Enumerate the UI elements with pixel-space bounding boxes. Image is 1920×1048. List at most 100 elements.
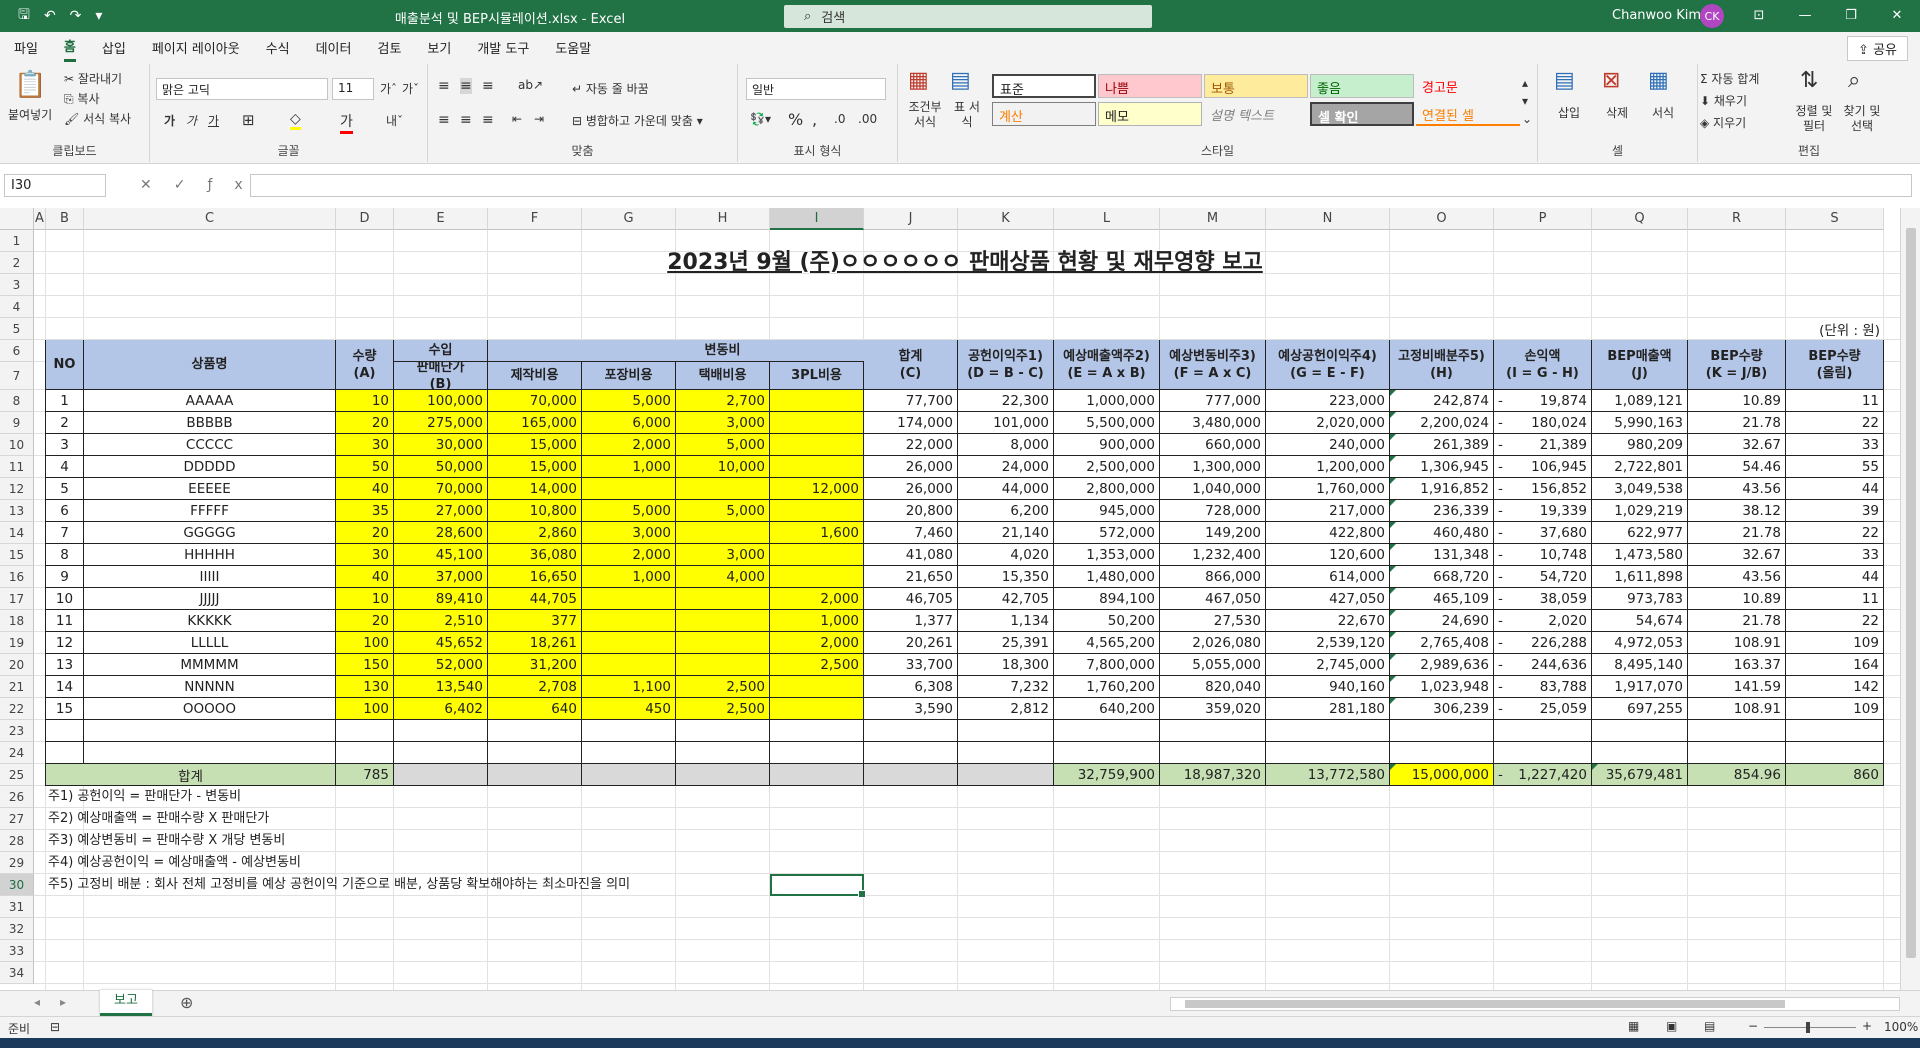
cell-l13[interactable]: 945,000 [1054,500,1160,522]
cell-q19[interactable]: 4,972,053 [1592,632,1688,654]
cell-d23[interactable] [336,720,394,742]
cell-m16[interactable]: 866,000 [1160,566,1266,588]
cell-g17[interactable] [582,588,676,610]
cell-m9[interactable]: 3,480,000 [1160,412,1266,434]
save-icon[interactable]: 🖫 [18,4,30,28]
cell-h10[interactable]: 5,000 [676,434,770,456]
cell-n16[interactable]: 614,000 [1266,566,1390,588]
cell-g15[interactable]: 2,000 [582,544,676,566]
cell-l18[interactable]: 50,200 [1054,610,1160,632]
cell-b21[interactable]: 14 [46,676,84,698]
cell-p12[interactable]: - 156,852 [1494,478,1592,500]
cell-i11[interactable] [770,456,864,478]
row-header-10[interactable]: 10 [0,434,34,456]
cell-l8[interactable]: 1,000,000 [1054,390,1160,412]
cell-k13[interactable]: 6,200 [958,500,1054,522]
cell-h13[interactable]: 5,000 [676,500,770,522]
tab-developer[interactable]: 개발 도구 [477,34,529,61]
cell-h25[interactable] [676,764,770,786]
cell-f21[interactable]: 2,708 [488,676,582,698]
cell-k15[interactable]: 4,020 [958,544,1054,566]
column-header-g[interactable]: G [582,208,676,230]
add-sheet-icon[interactable]: ⊕ [180,993,193,1012]
cell-m23[interactable] [1160,720,1266,742]
cell-g23[interactable] [582,720,676,742]
row-header-7[interactable]: 7 [0,362,34,390]
minimize-icon[interactable]: — [1782,0,1828,32]
cell-h17[interactable] [676,588,770,610]
cell-m10[interactable]: 660,000 [1160,434,1266,456]
column-header-a[interactable]: A [34,208,46,230]
cell-b10[interactable]: 3 [46,434,84,456]
cell-g8[interactable]: 5,000 [582,390,676,412]
cell-k19[interactable]: 25,391 [958,632,1054,654]
row-header-20[interactable]: 20 [0,654,34,676]
cell-j16[interactable]: 21,650 [864,566,958,588]
header-contribution[interactable]: 공헌이익주1) (D = B - C) [958,340,1054,390]
tab-insert[interactable]: 삽입 [102,34,126,61]
horizontal-scroll-thumb[interactable] [1185,1000,1785,1008]
cell-q8[interactable]: 1,089,121 [1592,390,1688,412]
tab-view[interactable]: 보기 [427,34,451,61]
cell-m14[interactable]: 149,200 [1160,522,1266,544]
cell-f13[interactable]: 10,800 [488,500,582,522]
cell-n23[interactable] [1266,720,1390,742]
cell-j10[interactable]: 22,000 [864,434,958,456]
underline-icon[interactable]: 가 [208,112,219,129]
column-header-d[interactable]: D [336,208,394,230]
cell-k21[interactable]: 7,232 [958,676,1054,698]
cell-m12[interactable]: 1,040,000 [1160,478,1266,500]
total-expected-sales[interactable]: 32,759,900 [1054,764,1160,786]
cell-p17[interactable]: - 38,059 [1494,588,1592,610]
header-bep-sales[interactable]: BEP매출액 (J) [1592,340,1688,390]
cell-e9[interactable]: 275,000 [394,412,488,434]
total-label[interactable]: 합계 [46,764,336,786]
cell-s14[interactable]: 22 [1786,522,1884,544]
cell-p20[interactable]: - 244,636 [1494,654,1592,676]
cell-j12[interactable]: 26,000 [864,478,958,500]
row-header-31[interactable]: 31 [0,896,34,918]
cell-r22[interactable]: 108.91 [1688,698,1786,720]
cell-l15[interactable]: 1,353,000 [1054,544,1160,566]
cell-g16[interactable]: 1,000 [582,566,676,588]
cell-i24[interactable] [770,742,864,764]
align-bottom-icon[interactable]: ≡ [482,78,494,94]
cell-b12[interactable]: 5 [46,478,84,500]
cell-b22[interactable]: 15 [46,698,84,720]
cell-f25[interactable] [488,764,582,786]
cell-o16[interactable]: 668,720 [1390,566,1494,588]
cell-f10[interactable]: 15,000 [488,434,582,456]
row-header-33[interactable]: 33 [0,940,34,962]
paste-icon[interactable]: 📋 [14,70,46,100]
cell-k8[interactable]: 22,300 [958,390,1054,412]
sort-filter-icon[interactable]: ⇅ [1800,68,1818,93]
cell-q18[interactable]: 54,674 [1592,610,1688,632]
cell-k22[interactable]: 2,812 [958,698,1054,720]
cell-i8[interactable] [770,390,864,412]
cell-i22[interactable] [770,698,864,720]
redo-icon[interactable]: ↷ [70,8,82,24]
cell-b9[interactable]: 2 [46,412,84,434]
total-fixed-cost[interactable]: 15,000,000 [1390,764,1494,786]
font-name-select[interactable]: 맑은 고딕 [156,78,328,100]
total-profit-loss[interactable]: -1,227,420 [1494,764,1592,786]
cell-s10[interactable]: 33 [1786,434,1884,456]
cell-e14[interactable]: 28,600 [394,522,488,544]
cell-e23[interactable] [394,720,488,742]
column-header-f[interactable]: F [488,208,582,230]
cell-n12[interactable]: 1,760,000 [1266,478,1390,500]
header-no[interactable]: NO [46,340,84,390]
column-header-r[interactable]: R [1688,208,1786,230]
cell-i18[interactable]: 1,000 [770,610,864,632]
cell-e17[interactable]: 89,410 [394,588,488,610]
cell-j13[interactable]: 20,800 [864,500,958,522]
cell-e21[interactable]: 13,540 [394,676,488,698]
accounting-icon[interactable]: 💱▾ [750,112,771,126]
delete-cells-button[interactable]: 삭제 [1606,104,1628,121]
row-header-5[interactable]: 5 [0,318,34,340]
cell-p10[interactable]: - 21,389 [1494,434,1592,456]
cell-m21[interactable]: 820,040 [1160,676,1266,698]
header-price[interactable]: 판매단가 (B) [394,362,488,390]
cell-d10[interactable]: 30 [336,434,394,456]
cell-f9[interactable]: 165,000 [488,412,582,434]
